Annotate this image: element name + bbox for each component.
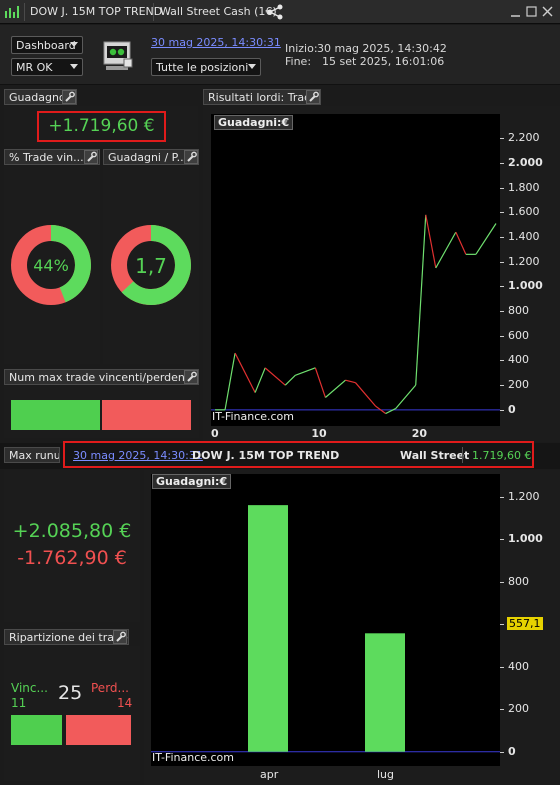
line-x-tick: 10 — [311, 427, 327, 440]
chevron-down-icon — [70, 42, 78, 47]
equity-segment — [425, 214, 437, 269]
share-icon[interactable] — [266, 4, 284, 20]
wrench-icon[interactable] — [62, 90, 76, 104]
equity-segment — [325, 379, 346, 398]
equity-segment — [345, 379, 356, 384]
equity-segment — [455, 231, 467, 255]
losses-bar — [66, 715, 131, 745]
line-y-tick: 200 — [508, 378, 529, 392]
bar-lug — [365, 633, 405, 752]
instrument-label: Wall Street Cash (1€) — [160, 5, 277, 18]
equity-segment — [284, 374, 296, 386]
equity-segment — [435, 231, 457, 269]
trading-system-icon[interactable] — [101, 39, 135, 73]
equity-segment — [355, 382, 377, 407]
equity-segment — [254, 367, 266, 393]
system-select[interactable]: MR OK — [11, 58, 83, 76]
window-title: DOW J. 15M TOP TREND — [30, 5, 163, 18]
line-y-tick: 1.800 — [508, 180, 540, 194]
max-runup-value: +2.085,80 € — [12, 520, 132, 542]
date-link[interactable]: 30 mag 2025, 14:30:31 — [151, 36, 281, 49]
trade-date-link[interactable]: 30 mag 2025, 14:30:31 — [73, 449, 203, 462]
gain-value: +1.719,60 € — [48, 116, 155, 136]
wrench-icon[interactable] — [113, 630, 127, 644]
app-logo-icon — [5, 6, 19, 18]
end-value: 15 set 2025, 16:01:06 — [322, 55, 445, 68]
bar-x-tick: apr — [260, 768, 279, 781]
line-y-tick: 1.400 — [508, 230, 540, 244]
max-runup-panel — [4, 470, 140, 622]
max-drawdown-value: -1.762,90 € — [17, 547, 127, 569]
bar-y-tick: 0 — [508, 744, 516, 758]
line-y-tick: 1.000 — [508, 279, 543, 293]
wrench-icon[interactable] — [184, 150, 198, 164]
equity-segment — [295, 367, 316, 376]
minimize-icon[interactable] — [510, 6, 521, 17]
equity-segment — [264, 367, 286, 386]
profit-loss-ratio: 1,7 — [135, 254, 167, 278]
win-pct-value: 44% — [33, 256, 69, 275]
line-y-tick: 1.200 — [508, 254, 540, 268]
line-chart-watermark: IT-Finance.com — [212, 410, 294, 423]
bar-chart-value-marker: 557,1 — [507, 617, 543, 630]
max-runup-panel-header: Max runup — [4, 447, 60, 463]
line-y-tick: 600 — [508, 328, 529, 342]
equity-segment — [475, 223, 497, 255]
bar-chart-legend: Guadagni:€ — [152, 474, 232, 489]
start-value: 30 mag 2025, 14:30:42 — [317, 42, 447, 55]
line-y-tick: 1.600 — [508, 205, 540, 219]
trade-split-panel-header: Ripartizione dei trade — [4, 629, 129, 645]
equity-segment — [395, 384, 417, 409]
line-y-tick: 2.000 — [508, 156, 543, 170]
end-label: Fine: — [285, 55, 312, 68]
trade-system-name: DOW J. 15M TOP TREND — [192, 449, 340, 462]
total-trades: 25 — [58, 682, 83, 704]
loss-count: 14 — [117, 696, 133, 710]
chevron-down-icon — [248, 64, 256, 69]
toolbar: Dashboard MR OK 30 mag 2025, 14:30:31 Tu… — [0, 25, 560, 85]
title-bar: DOW J. 15M TOP TREND Wall Street Cash (1… — [0, 0, 560, 24]
positions-select[interactable]: Tutte le posizioni — [151, 58, 261, 76]
trade-value: 1.719,60 € — [472, 449, 532, 462]
trade-instrument: Wall Street — [400, 449, 470, 462]
line-y-tick: 400 — [508, 353, 529, 367]
bar-y-tick: 400 — [508, 659, 529, 673]
bar-y-tick: 1.000 — [508, 532, 543, 546]
wrench-icon[interactable] — [84, 150, 98, 164]
bar-apr — [248, 505, 288, 752]
bar-y-tick: 200 — [508, 702, 529, 716]
wrench-icon[interactable] — [184, 370, 198, 384]
bar-y-tick: 1.200 — [508, 489, 540, 503]
start-label: Inizio: — [285, 42, 318, 55]
wins-bar — [11, 715, 62, 745]
win-count: 11 — [11, 696, 27, 710]
chevron-down-icon — [70, 64, 78, 69]
line-chart — [211, 214, 500, 415]
loss-label: Perd... — [91, 681, 129, 695]
win-label: Vinc... — [11, 681, 48, 695]
close-icon[interactable] — [542, 6, 553, 17]
bar-y-tick: 800 — [508, 574, 529, 588]
line-y-tick: 800 — [508, 304, 529, 318]
bar-x-tick: lug — [377, 768, 395, 781]
bar-chart — [151, 505, 500, 753]
max-wins-bar — [11, 400, 100, 430]
view-select[interactable]: Dashboard — [11, 36, 83, 54]
equity-segment — [234, 352, 256, 393]
max-trades-panel-header: Num max trade vincenti/perdenti c... — [4, 369, 199, 385]
gross-results-panel-header: Risultati lordi: Trade — [203, 89, 321, 105]
equity-segment — [224, 352, 236, 410]
wrench-icon[interactable] — [306, 90, 320, 104]
trade-split-panel — [4, 646, 140, 781]
line-y-tick: 2.200 — [508, 131, 540, 145]
equity-segment — [415, 214, 427, 386]
maximize-icon[interactable] — [526, 6, 537, 17]
bar-chart-watermark: IT-Finance.com — [152, 751, 234, 764]
line-x-tick: 0 — [211, 427, 219, 440]
line-y-tick: 0 — [508, 402, 516, 416]
equity-segment — [314, 367, 326, 398]
line-chart-legend: Guadagni:€ — [214, 115, 294, 130]
line-x-tick: 20 — [411, 427, 428, 440]
max-losses-bar — [102, 400, 191, 430]
